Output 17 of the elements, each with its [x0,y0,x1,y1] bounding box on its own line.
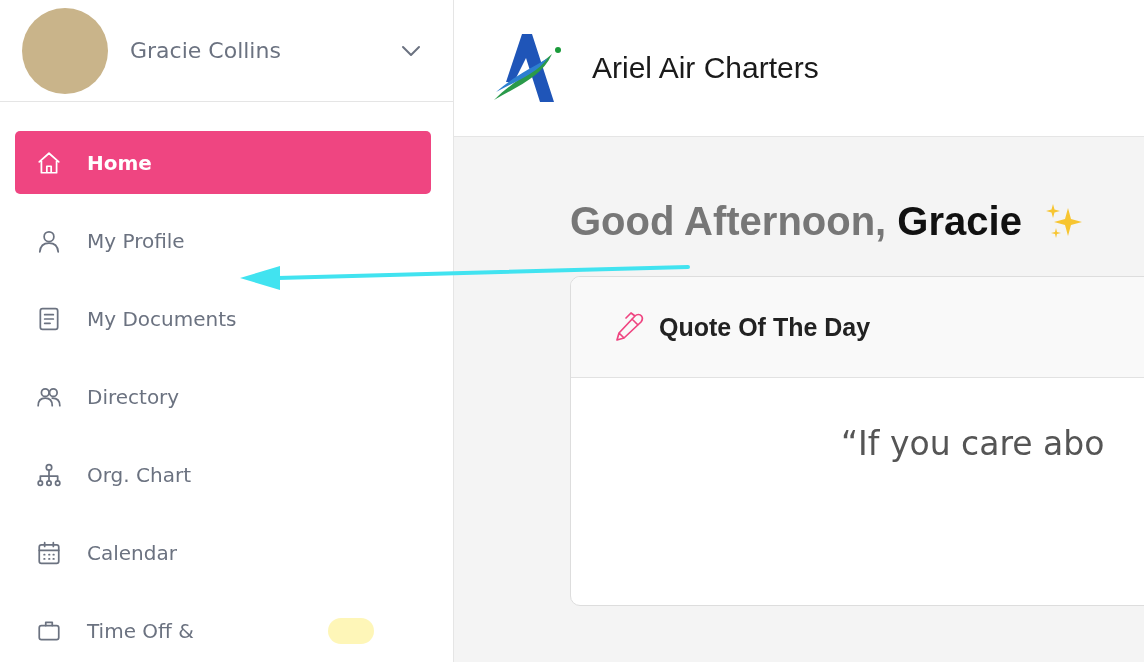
org-chart-icon [36,461,62,488]
document-icon [36,305,62,332]
sidebar-item[interactable]: Calendar [15,521,431,584]
sidebar-item[interactable]: Time Off & [15,599,431,662]
calendar-icon [36,539,62,566]
sidebar-item[interactable]: Org. Chart [15,443,431,506]
greeting: Good Afternoon, Gracie [570,199,1022,244]
pen-icon [613,311,645,343]
quote-text: “If you care abo [841,424,1105,463]
sidebar-item[interactable]: My Profile [15,209,431,272]
user-name: Gracie Collins [130,38,282,63]
card-title: Quote Of The Day [659,312,871,342]
chevron-down-icon[interactable] [401,44,421,57]
sidebar-item[interactable]: Home [15,131,431,194]
company-name: Ariel Air Charters [592,51,819,85]
sidebar-item[interactable]: Directory [15,365,431,428]
sidebar-item[interactable]: My Documents [15,287,431,350]
